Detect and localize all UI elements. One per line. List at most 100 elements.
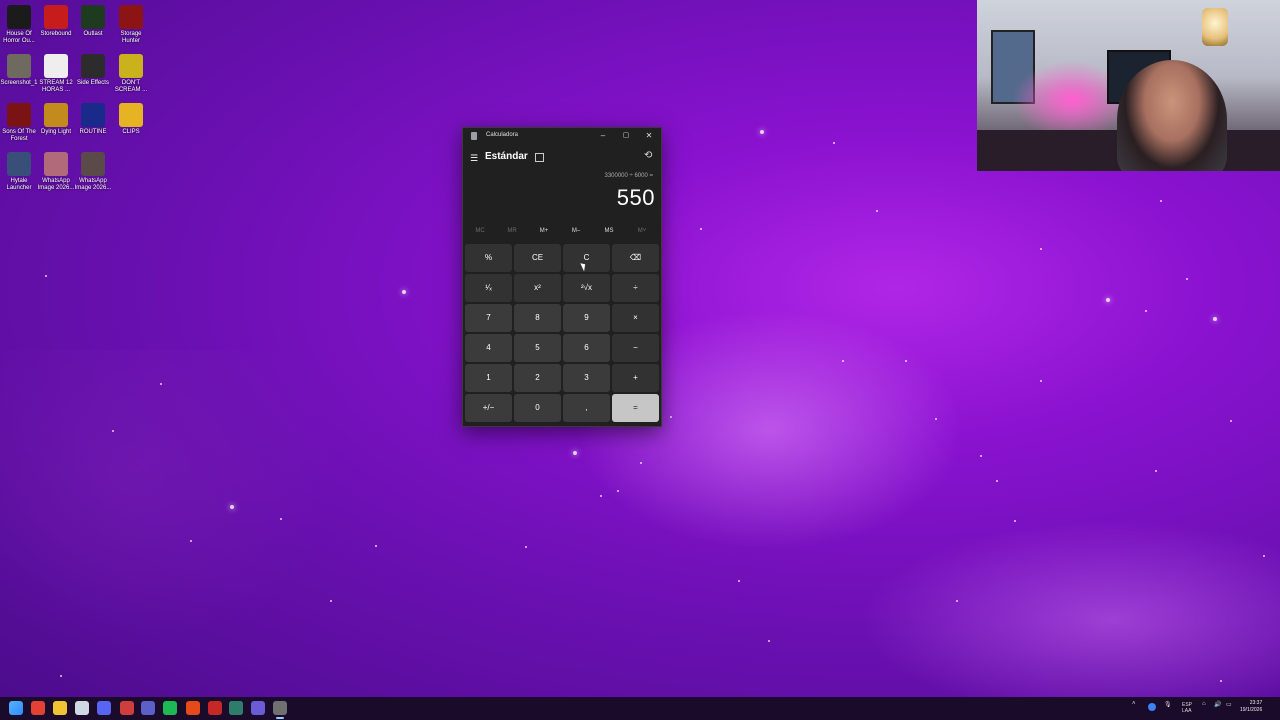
desktop-icon-label: Sons Of The Forest	[2, 129, 36, 142]
tray-chevron-icon[interactable]: ˄	[1132, 701, 1136, 707]
memory-button[interactable]: MR	[497, 228, 527, 234]
key-6[interactable]: 6	[563, 334, 610, 362]
minimize-button[interactable]: –	[594, 130, 612, 142]
memory-button[interactable]: M˅	[627, 228, 657, 234]
desktop-icon[interactable]: Side Effects	[74, 51, 112, 87]
key-1[interactable]: 1	[465, 364, 512, 392]
pen-app-icon[interactable]	[75, 701, 89, 715]
hamburger-menu-icon[interactable]: ☰	[470, 153, 478, 164]
hytale-launcher-icon	[7, 152, 31, 176]
desktop-icon-label: Storage Hunter	[120, 31, 142, 44]
star	[280, 518, 282, 520]
expression-display: 3300000 ÷ 6000 =	[604, 173, 653, 179]
desktop-icon[interactable]: ROUTINE	[74, 100, 112, 136]
divide-key[interactable]: ÷	[612, 274, 659, 302]
key-9[interactable]: 9	[563, 304, 610, 332]
desktop-icon-label: House Of Horror Ou...	[3, 31, 35, 44]
volume-icon[interactable]: 🔊	[1214, 701, 1221, 708]
star	[980, 455, 982, 457]
negate-key[interactable]: +/−	[465, 394, 512, 422]
key-5[interactable]: 5	[514, 334, 561, 362]
key-0[interactable]: 0	[514, 394, 561, 422]
window-app-icon[interactable]	[251, 701, 265, 715]
desktop-icon[interactable]: CLIPS	[112, 100, 150, 136]
desktop-icon[interactable]: Screenshot_1	[0, 51, 38, 87]
square-root-key[interactable]: ²√x	[563, 274, 610, 302]
desktop-icon-label: Hytale Launcher	[6, 178, 32, 191]
chrome-icon[interactable]	[31, 701, 45, 715]
key-7[interactable]: 7	[465, 304, 512, 332]
spotify-icon[interactable]	[163, 701, 177, 715]
calendar-app-icon[interactable]	[208, 701, 222, 715]
multiply-key[interactable]: ×	[612, 304, 659, 332]
media-app-icon[interactable]	[186, 701, 200, 715]
calculator-titlebar[interactable]: Calculadora – ▢ ✕	[463, 128, 661, 144]
calculator-window[interactable]: Calculadora – ▢ ✕ ☰ Estándar ⟲ 3300000 ÷…	[462, 127, 662, 427]
desktop-icon[interactable]: Storage Hunter	[112, 2, 150, 45]
square-key[interactable]: x²	[514, 274, 561, 302]
desktop-icon[interactable]: WhatsApp Image 2026...	[37, 149, 75, 192]
desktop-icon[interactable]: Storebound	[37, 2, 75, 38]
star	[1145, 310, 1147, 312]
key-8[interactable]: 8	[514, 304, 561, 332]
decimal-key[interactable]: ,	[563, 394, 610, 422]
desktop-icon-label: WhatsApp Image 2026...	[74, 178, 112, 191]
memory-button[interactable]: M+	[529, 228, 559, 234]
star	[402, 290, 406, 294]
windows-start-icon[interactable]	[9, 701, 23, 715]
file-explorer-icon[interactable]	[53, 701, 67, 715]
desktop-icon-label: STREAM 12 HORAS ...	[39, 80, 73, 93]
desktop-icon[interactable]: DON'T SCREAM ...	[112, 51, 150, 94]
star	[1040, 380, 1042, 382]
memory-button[interactable]: MC	[465, 228, 495, 234]
star	[768, 640, 770, 642]
subtract-key[interactable]: −	[612, 334, 659, 362]
record-app-icon[interactable]	[120, 701, 134, 715]
memory-button[interactable]: M–	[561, 228, 591, 234]
desktop-icon[interactable]: STREAM 12 HORAS ...	[37, 51, 75, 94]
star	[1155, 470, 1157, 472]
desktop-icon[interactable]: Dying Light	[37, 100, 75, 136]
history-icon[interactable]: ⟲	[644, 150, 652, 161]
desktop-icon-label: ROUTINE	[79, 129, 107, 135]
webcam-overlay	[977, 0, 1280, 171]
key-4[interactable]: 4	[465, 334, 512, 362]
desktop-icon[interactable]: WhatsApp Image 2026...	[74, 149, 112, 192]
calculator-app-icon	[471, 132, 477, 140]
battery-icon[interactable]: ▭	[1226, 701, 1232, 708]
memory-button[interactable]: MS	[594, 228, 624, 234]
keep-on-top-icon[interactable]	[535, 153, 544, 162]
maximize-button[interactable]: ▢	[617, 130, 635, 142]
wallpaper-dark-nebula	[0, 350, 340, 650]
calculator-icon[interactable]	[273, 701, 287, 715]
star	[700, 228, 702, 230]
onedrive-icon[interactable]	[1148, 703, 1156, 711]
desktop-icon[interactable]: Hytale Launcher	[0, 149, 38, 192]
clear-entry-key[interactable]: CE	[514, 244, 561, 272]
network-icon[interactable]: ⌂	[1202, 701, 1206, 707]
discord-icon[interactable]	[97, 701, 111, 715]
desktop-icon[interactable]: Sons Of The Forest	[0, 100, 38, 143]
key-3[interactable]: 3	[563, 364, 610, 392]
taskbar-clock[interactable]: 23:37 19/1/2026	[1240, 700, 1262, 714]
equals-key[interactable]: =	[612, 394, 659, 422]
key-2[interactable]: 2	[514, 364, 561, 392]
add-key[interactable]: +	[612, 364, 659, 392]
reciprocal-key[interactable]: ¹⁄ₓ	[465, 274, 512, 302]
close-button[interactable]: ✕	[640, 130, 658, 142]
microphone-icon[interactable]: 🎙	[1164, 701, 1172, 708]
star	[760, 130, 764, 134]
image-icon	[44, 152, 68, 176]
desktop-icon[interactable]: House Of Horror Ou...	[0, 2, 38, 45]
side-effects-icon	[81, 54, 105, 78]
game-app-icon[interactable]	[229, 701, 243, 715]
text-file-icon	[44, 54, 68, 78]
star	[60, 675, 62, 677]
teams-icon[interactable]	[141, 701, 155, 715]
backspace-key[interactable]: ⌫	[612, 244, 659, 272]
star	[1263, 555, 1265, 557]
percent-key[interactable]: %	[465, 244, 512, 272]
star	[112, 430, 114, 432]
desktop-icon[interactable]: Outlast	[74, 2, 112, 38]
language-indicator[interactable]: ESP LAA	[1182, 702, 1192, 714]
